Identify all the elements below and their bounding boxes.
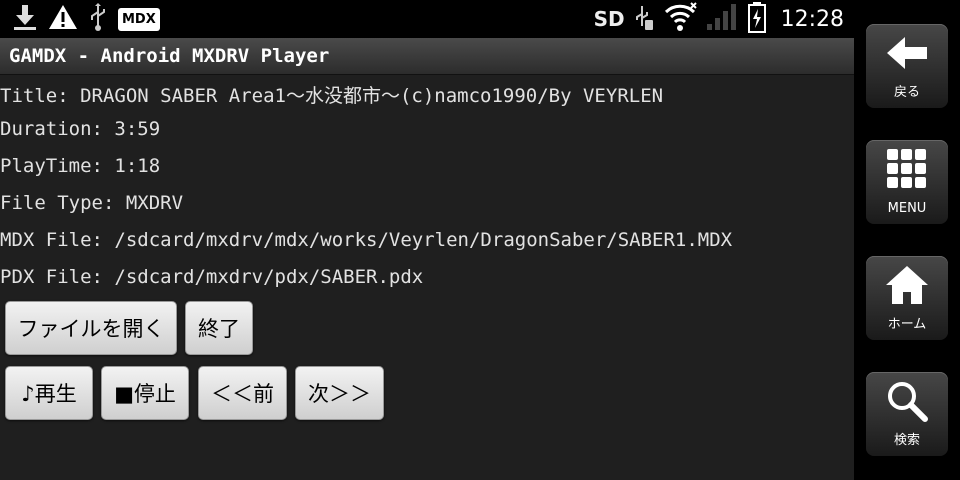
usb-icon [88, 2, 108, 36]
mdx-file-line: MDX File: /sdcard/mxdrv/mdx/works/Veyrle… [0, 229, 733, 251]
back-label: 戻る [893, 85, 920, 100]
stop-button[interactable]: ■停止 [101, 366, 189, 420]
back-button[interactable]: 戻る [866, 24, 948, 108]
duration-line: Duration: 3:59 [0, 118, 161, 140]
search-icon [885, 379, 929, 427]
search-label: 検索 [893, 433, 920, 448]
menu-button[interactable]: MENU [866, 140, 948, 224]
file-type-line: File Type: MXDRV [0, 192, 184, 214]
sd-card-indicator: SD [593, 7, 625, 31]
home-icon [884, 264, 930, 310]
play-button[interactable]: ♪再生 [5, 366, 93, 420]
previous-button[interactable]: ＜＜前 [198, 366, 287, 420]
system-nav-bar: 戻る MENU ホーム 検索 [854, 0, 960, 480]
clock: 12:28 [780, 6, 844, 32]
grid-menu-icon [885, 147, 929, 195]
battery-icon [747, 1, 767, 37]
app-title-bar: GAMDX - Android MXDRV Player [0, 38, 854, 75]
signal-icon [705, 2, 739, 36]
wifi-icon [663, 2, 697, 36]
home-label: ホーム [887, 317, 927, 332]
back-arrow-icon [883, 33, 931, 77]
pdx-file-line: PDX File: /sdcard/mxdrv/pdx/SABER.pdx [0, 266, 424, 288]
status-bar: MDX SD 12:28 [0, 0, 854, 38]
app-title: GAMDX - Android MXDRV Player [9, 45, 330, 67]
usb-debug-icon [633, 2, 655, 36]
song-title-line: Title: DRAGON SABER Area1～水没都市～(c)namco1… [0, 85, 664, 107]
app-screen: MDX SD 12:28 GAMDX - Android MXDRV Playe… [0, 0, 854, 480]
download-icon [12, 3, 38, 35]
home-button[interactable]: ホーム [866, 256, 948, 340]
menu-label: MENU [887, 201, 927, 216]
warning-icon [48, 3, 78, 35]
search-button[interactable]: 検索 [866, 372, 948, 456]
next-button[interactable]: 次＞＞ [295, 366, 384, 420]
app-notification-badge: MDX [118, 7, 160, 31]
exit-button[interactable]: 終了 [185, 301, 253, 355]
playtime-line: PlayTime: 1:18 [0, 155, 161, 177]
open-file-button[interactable]: ファイルを開く [5, 301, 177, 355]
